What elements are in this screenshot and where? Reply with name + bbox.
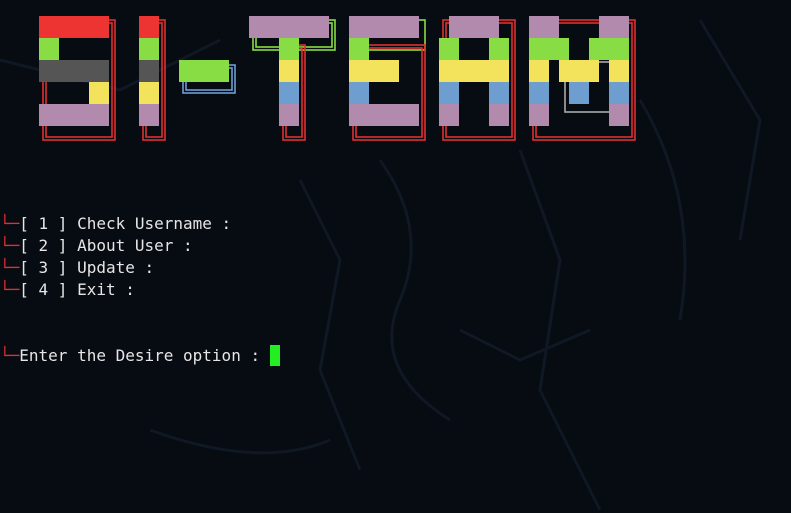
si-team-banner: [39, 16, 636, 141]
corner-glyph: └─: [0, 214, 20, 233]
corner-glyph: └─: [0, 346, 20, 365]
menu-item-label: [ 3 ] Update :: [19, 258, 155, 277]
menu-item-update[interactable]: └─[ 3 ] Update :: [0, 257, 231, 279]
menu-item-label: [ 4 ] Exit :: [19, 280, 135, 299]
menu-item-exit[interactable]: └─[ 4 ] Exit :: [0, 279, 231, 301]
prompt-label: Enter the Desire option :: [19, 346, 270, 365]
menu-item-about-user[interactable]: └─[ 2 ] About User :: [0, 235, 231, 257]
corner-glyph: └─: [0, 236, 20, 255]
corner-glyph: └─: [0, 258, 20, 277]
menu-item-label: [ 1 ] Check Username :: [19, 214, 232, 233]
option-menu: └─[ 1 ] Check Username : └─[ 2 ] About U…: [0, 213, 231, 301]
menu-item-check-username[interactable]: └─[ 1 ] Check Username :: [0, 213, 231, 235]
menu-item-label: [ 2 ] About User :: [19, 236, 193, 255]
terminal-cursor[interactable]: [269, 344, 280, 366]
option-prompt[interactable]: └─Enter the Desire option :: [0, 344, 280, 367]
corner-glyph: └─: [0, 280, 20, 299]
